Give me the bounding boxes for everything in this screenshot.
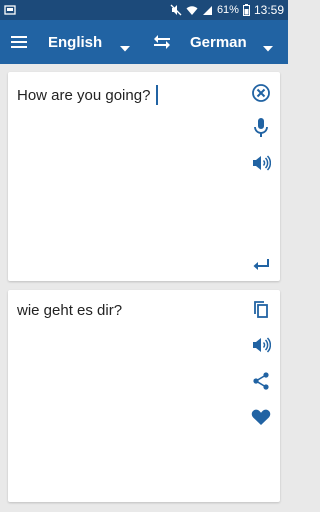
app-bar: English German [0, 20, 288, 64]
signal-icon [202, 5, 213, 16]
status-bar: 61% 13:59 [0, 0, 288, 20]
clock: 13:59 [253, 3, 284, 17]
chevron-down-icon[interactable] [120, 39, 130, 57]
menu-icon[interactable] [9, 32, 29, 57]
favorite-icon[interactable] [249, 405, 273, 429]
target-language-selector[interactable]: German [190, 20, 247, 64]
clear-icon[interactable] [249, 81, 273, 105]
source-text: How are you going? [17, 86, 151, 104]
enter-icon[interactable] [249, 253, 273, 277]
copy-icon[interactable] [249, 297, 273, 321]
text-cursor [156, 85, 158, 105]
swap-languages-icon[interactable] [151, 31, 173, 58]
share-icon[interactable] [249, 369, 273, 393]
source-text-input[interactable]: How are you going? [17, 85, 158, 105]
input-panel: How are you going? [8, 72, 280, 281]
speaker-icon[interactable] [249, 151, 273, 175]
battery-percent: 61% [216, 4, 239, 16]
battery-icon [242, 4, 250, 16]
translated-text: wie geht es dir? [17, 302, 123, 319]
screenshot-notification-icon [4, 4, 16, 19]
source-language-selector[interactable]: English [48, 20, 102, 64]
mute-icon [170, 4, 182, 16]
chevron-down-icon[interactable] [263, 39, 273, 57]
output-panel: wie geht es dir? [8, 290, 280, 502]
speaker-icon[interactable] [249, 333, 273, 357]
wifi-icon [186, 4, 198, 16]
microphone-icon[interactable] [249, 116, 273, 140]
